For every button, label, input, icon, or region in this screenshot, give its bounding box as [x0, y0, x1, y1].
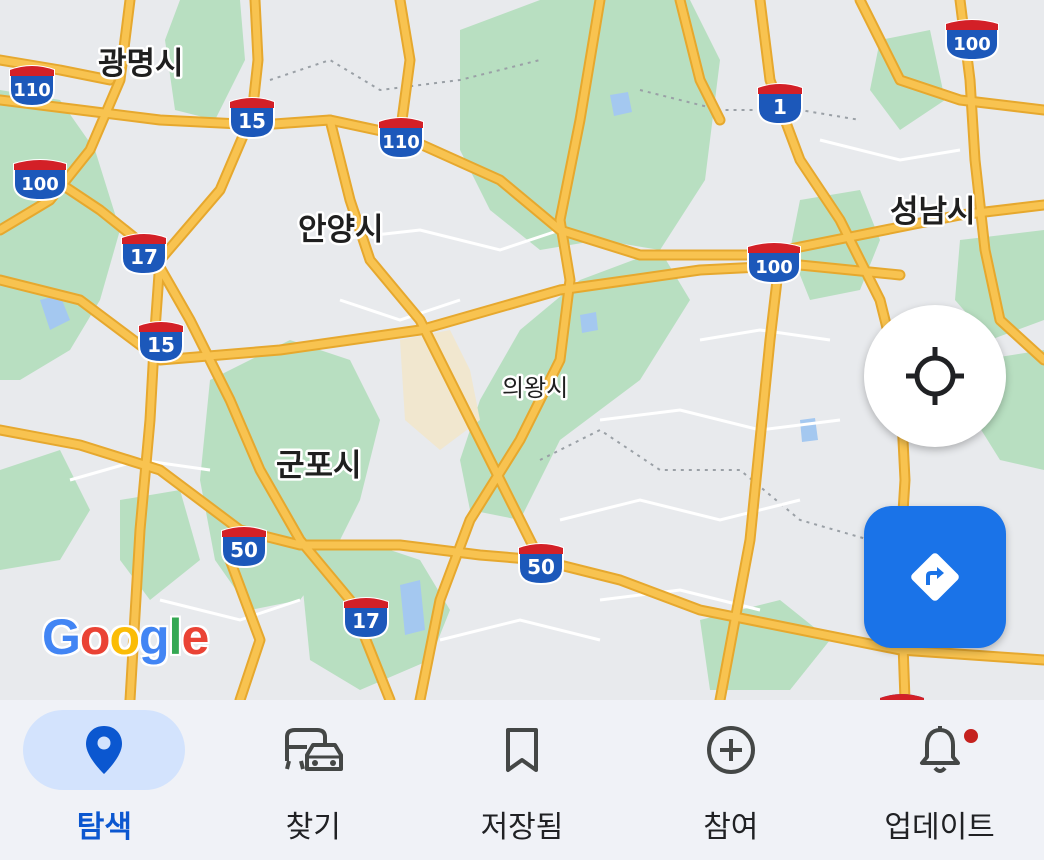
city-label-anyang[interactable]: 안양시 [296, 210, 387, 251]
directions-icon [911, 553, 959, 601]
shield-label: 100 [21, 174, 59, 195]
highway-shield[interactable]: 110 [378, 117, 424, 160]
highway-shield[interactable]: 1 [757, 83, 803, 126]
my-location-button[interactable] [864, 305, 1006, 447]
highway-shield[interactable]: 110 [9, 65, 55, 108]
city-label-gwangmyeong[interactable]: 광명시 [96, 44, 187, 85]
highway-shield[interactable]: 15 [138, 321, 184, 364]
shield-label: 100 [953, 34, 991, 55]
shield-label: 50 [230, 538, 258, 562]
highway-shield[interactable]: 100 [13, 159, 67, 202]
highway-shield[interactable]: 50 [221, 526, 267, 569]
bottom-navigation: 탐색 찾기 저장됨 참여 업데이트 [0, 700, 1044, 860]
nav-tab-saved[interactable]: 저장됨 [418, 700, 627, 860]
shield-label: 1 [773, 95, 787, 119]
nav-tab-updates[interactable]: 업데이트 [835, 700, 1044, 860]
commute-icon [285, 728, 344, 771]
shield-label: 15 [238, 109, 266, 133]
highway-shield[interactable]: 17 [121, 233, 167, 276]
shield-label: 110 [382, 132, 420, 153]
highway-shield[interactable]: 17 [343, 597, 389, 640]
nav-label-saved: 저장됨 [480, 810, 564, 845]
location-pin-icon [86, 726, 123, 774]
highway-shield[interactable]: 100 [747, 242, 801, 285]
highway-shield[interactable]: 15 [229, 97, 275, 140]
highway-shield[interactable]: 50 [518, 543, 564, 586]
crosshair-icon [906, 347, 964, 405]
city-label-uiwang[interactable]: 의왕시 [500, 372, 571, 405]
nav-label-explore: 탐색 [76, 810, 132, 845]
shield-label: 110 [13, 80, 51, 101]
nav-tab-contribute[interactable]: 참여 [626, 700, 835, 860]
nav-tab-explore[interactable]: 탐색 [0, 700, 209, 860]
nav-pill-active[interactable] [23, 710, 186, 790]
city-label-gunpo[interactable]: 군포시 [274, 446, 365, 487]
nav-tab-commute[interactable]: 찾기 [209, 700, 418, 860]
nav-label-commute: 찾기 [285, 810, 341, 845]
bookmark-icon [505, 728, 538, 772]
nav-label-contribute: 참여 [703, 810, 759, 845]
directions-button[interactable] [864, 506, 1006, 648]
shield-label: 50 [527, 555, 555, 579]
city-label-seongnam[interactable]: 성남시 [888, 192, 979, 233]
shield-label: 15 [147, 333, 175, 357]
notification-badge [961, 727, 980, 745]
highway-shield[interactable]: 100 [945, 19, 999, 62]
nav-label-updates: 업데이트 [884, 810, 995, 845]
google-logo: Google [42, 609, 209, 665]
shield-label: 17 [352, 609, 380, 633]
shield-label: 100 [755, 257, 793, 278]
shield-label: 17 [130, 245, 158, 269]
add-circle-icon [706, 726, 755, 774]
bell-icon [919, 726, 960, 773]
